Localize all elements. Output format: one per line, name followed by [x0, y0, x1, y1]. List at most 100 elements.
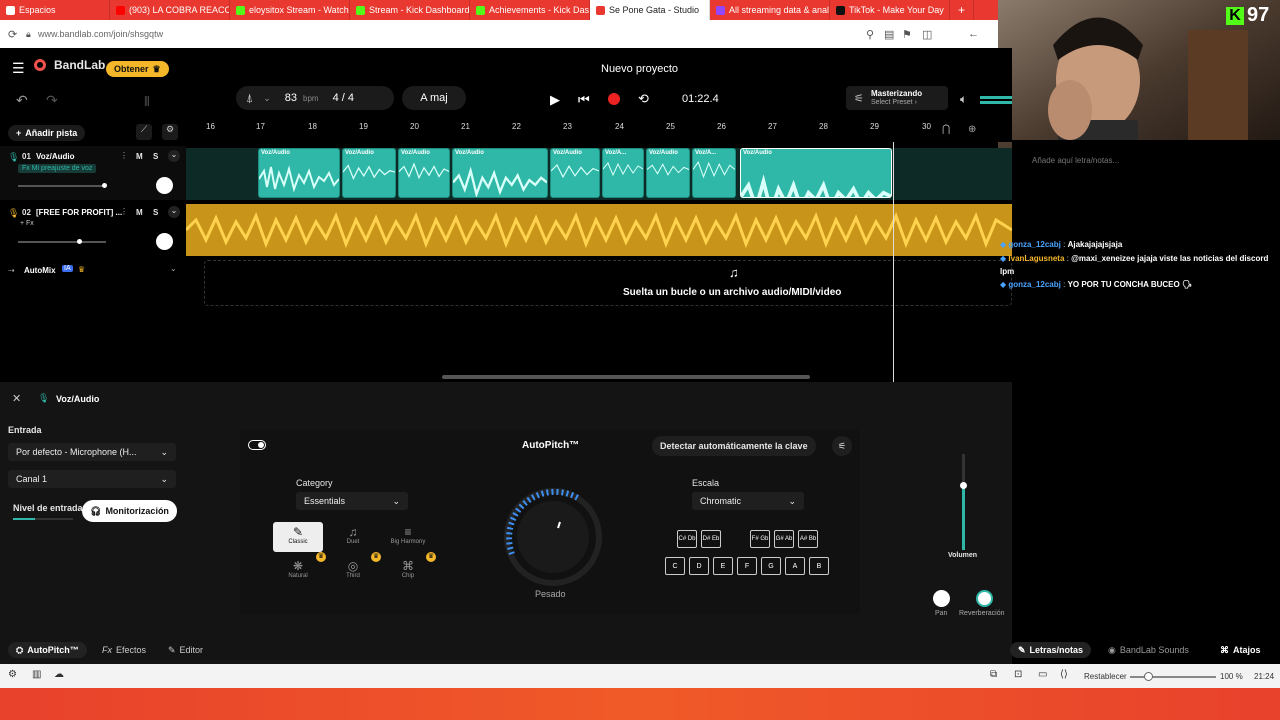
undo-icon[interactable]: ↶ — [16, 92, 28, 109]
mode-big-harmony[interactable]: ≡ Big Harmony — [383, 522, 433, 552]
tab-shortcuts[interactable]: ⌘ Atajos — [1220, 642, 1261, 658]
volume-icon[interactable]: 🔈︎ — [960, 92, 967, 107]
reload-icon[interactable]: ⟳ — [8, 28, 17, 41]
sidebar-icon[interactable]: ▥ — [32, 669, 41, 680]
key-fsharp[interactable]: F# Gb — [750, 530, 770, 548]
monitoring-button[interactable]: 🎧︎ Monitorización — [82, 500, 177, 522]
extension-icon[interactable]: ▤ — [884, 28, 894, 41]
mixer-icon[interactable]: ⦀ — [144, 94, 150, 110]
tab-kick-achievements[interactable]: Achievements - Kick Dashb — [470, 0, 590, 20]
track-lane-1[interactable]: Voz/Audio Voz/Audio Voz/Audio Voz/Audio … — [186, 148, 1012, 200]
fx-preset-badge[interactable]: Fx Mi preajuste de voz — [18, 164, 97, 173]
new-tab-button[interactable]: + — [950, 0, 974, 20]
settings-icon[interactable]: ⚙ — [8, 669, 17, 680]
channel-select[interactable]: Canal 1 ⌄ — [8, 470, 176, 488]
track-header-2[interactable]: 🎙︎ 02 [FREE FOR PROFIT] ... ⋮ M S ⌄ + Fx — [0, 202, 186, 256]
menu-icon[interactable]: ☰ — [12, 60, 25, 77]
bpm-value[interactable]: 83 — [285, 92, 297, 104]
track-volume-slider[interactable] — [18, 239, 106, 244]
add-track-button[interactable]: + Añadir pista — [8, 125, 86, 141]
category-select[interactable]: Essentials ⌄ — [296, 492, 408, 510]
mic-icon[interactable]: ⚲ — [866, 28, 874, 41]
more-icon[interactable]: ⋮ — [120, 207, 128, 216]
automix-row[interactable]: ⇢ AutoMix IA ♛ ⌄ — [0, 262, 186, 280]
tab-kick-watch[interactable]: eloysitox Stream - Watch Li — [230, 0, 350, 20]
metronome-icon[interactable]: ⍋ — [246, 91, 253, 106]
key-selector[interactable]: A maj — [402, 86, 466, 110]
capture-icon[interactable]: ⧉ — [990, 669, 997, 680]
zoom-icon[interactable]: ⊕ — [968, 124, 976, 135]
audio-clip[interactable]: Voz/A... — [602, 148, 644, 198]
chevron-down-icon[interactable]: ⌄ — [170, 264, 177, 273]
key-b[interactable]: B — [809, 557, 829, 575]
audio-clip-selected[interactable]: Voz/Audio — [740, 148, 892, 198]
detect-key-button[interactable]: Detectar automáticamente la clave — [652, 436, 816, 456]
redo-icon[interactable]: ↷ — [46, 92, 58, 109]
more-icon[interactable]: ⋮ — [120, 151, 128, 160]
project-title[interactable]: Nuevo proyecto — [601, 63, 678, 75]
playhead[interactable] — [893, 142, 894, 382]
pan-knob[interactable] — [156, 177, 173, 194]
drop-zone[interactable]: ♫ Suelta un bucle o un archivo audio/MID… — [204, 260, 1012, 306]
audio-clip[interactable]: Voz/Audio — [646, 148, 690, 198]
pan-knob[interactable] — [933, 590, 950, 607]
tab-kick-dashboard[interactable]: Stream - Kick Dashboard — [350, 0, 470, 20]
lyrics-placeholder[interactable]: Añade aquí letra/notas... — [1032, 156, 1119, 165]
volume-fader[interactable] — [960, 454, 967, 550]
time-signature[interactable]: 4 / 4 — [333, 92, 354, 104]
obtener-button[interactable]: Obtener ♛ — [106, 61, 169, 77]
pan-knob[interactable] — [156, 233, 173, 250]
mode-natural[interactable]: ❋ Natural — [273, 556, 323, 586]
bandlab-logo[interactable]: BandLab — [34, 58, 105, 72]
key-a[interactable]: A — [785, 557, 805, 575]
mode-chip[interactable]: ⌘ Chip — [383, 556, 433, 586]
code-icon[interactable]: ⟨⟩ — [1060, 669, 1068, 680]
chevron-down-icon[interactable]: ⌄ — [168, 150, 180, 162]
key-f[interactable]: F — [737, 557, 757, 575]
close-icon[interactable]: ✕ — [12, 392, 21, 405]
record-icon[interactable] — [608, 93, 620, 105]
chevron-down-icon[interactable]: ⌄ — [168, 206, 180, 218]
tab-editor[interactable]: ✎ Editor — [168, 642, 203, 658]
mute-button[interactable]: M — [136, 208, 143, 217]
mode-third[interactable]: ◎ Third — [328, 556, 378, 586]
mastering-button[interactable]: ⚟ Masterizando Select Preset › — [846, 86, 948, 110]
key-dsharp[interactable]: D# Eb — [701, 530, 721, 548]
automation-icon[interactable]: ⟋ — [136, 124, 152, 140]
magnet-icon[interactable]: ⋂ — [942, 124, 950, 135]
tab-analytics[interactable]: All streaming data & analyti — [710, 0, 830, 20]
audio-clip[interactable]: Voz/Audio — [452, 148, 548, 198]
url-field[interactable]: www.bandlab.com/join/shsgqtw — [38, 29, 163, 39]
audio-clip[interactable]: Voz/Audio — [550, 148, 600, 198]
loop-icon[interactable]: ⟲ — [638, 91, 649, 107]
tab-bandlab-sounds[interactable]: ◉ BandLab Sounds — [1108, 642, 1189, 658]
audio-clip[interactable]: Voz/Audio — [398, 148, 450, 198]
settings-icon[interactable]: ⚙ — [162, 124, 178, 140]
solo-button[interactable]: S — [153, 152, 158, 161]
key-csharp[interactable]: C# Db — [677, 530, 697, 548]
key-e[interactable]: E — [713, 557, 733, 575]
back-arrow-icon[interactable]: ← — [968, 28, 979, 40]
reverb-knob[interactable] — [976, 590, 993, 607]
bookmark-icon[interactable]: ⚑ — [902, 28, 912, 41]
key-c[interactable]: C — [665, 557, 685, 575]
sidebar-icon[interactable]: ◫ — [922, 28, 932, 41]
key-d[interactable]: D — [689, 557, 709, 575]
solo-button[interactable]: S — [153, 208, 158, 217]
key-asharp[interactable]: A# Bb — [798, 530, 818, 548]
mute-button[interactable]: M — [136, 152, 143, 161]
track-name[interactable]: Voz/Audio — [36, 152, 75, 161]
screenshot-icon[interactable]: ⊡ — [1014, 669, 1022, 680]
audio-clip[interactable]: Voz/Audio — [258, 148, 340, 198]
key-gsharp[interactable]: G# Ab — [774, 530, 794, 548]
skip-back-icon[interactable]: ⏮ — [578, 92, 590, 108]
track-header-1[interactable]: 🎙︎ 01 Voz/Audio ⋮ M S ⌄ Fx Mi preajuste … — [0, 146, 186, 200]
tab-youtube[interactable]: (903) LA COBRA REACCIONA — [110, 0, 230, 20]
track-name[interactable]: [FREE FOR PROFIT] ... — [36, 208, 122, 217]
mode-classic[interactable]: ✎ Classic — [273, 522, 323, 552]
add-fx-button[interactable]: + Fx — [20, 220, 34, 227]
tab-tiktok[interactable]: TikTok - Make Your Day — [830, 0, 950, 20]
cloud-icon[interactable]: ☁ — [54, 669, 64, 680]
scale-select[interactable]: Chromatic ⌄ — [692, 492, 804, 510]
mode-duet[interactable]: ♫ Duet — [328, 522, 378, 552]
